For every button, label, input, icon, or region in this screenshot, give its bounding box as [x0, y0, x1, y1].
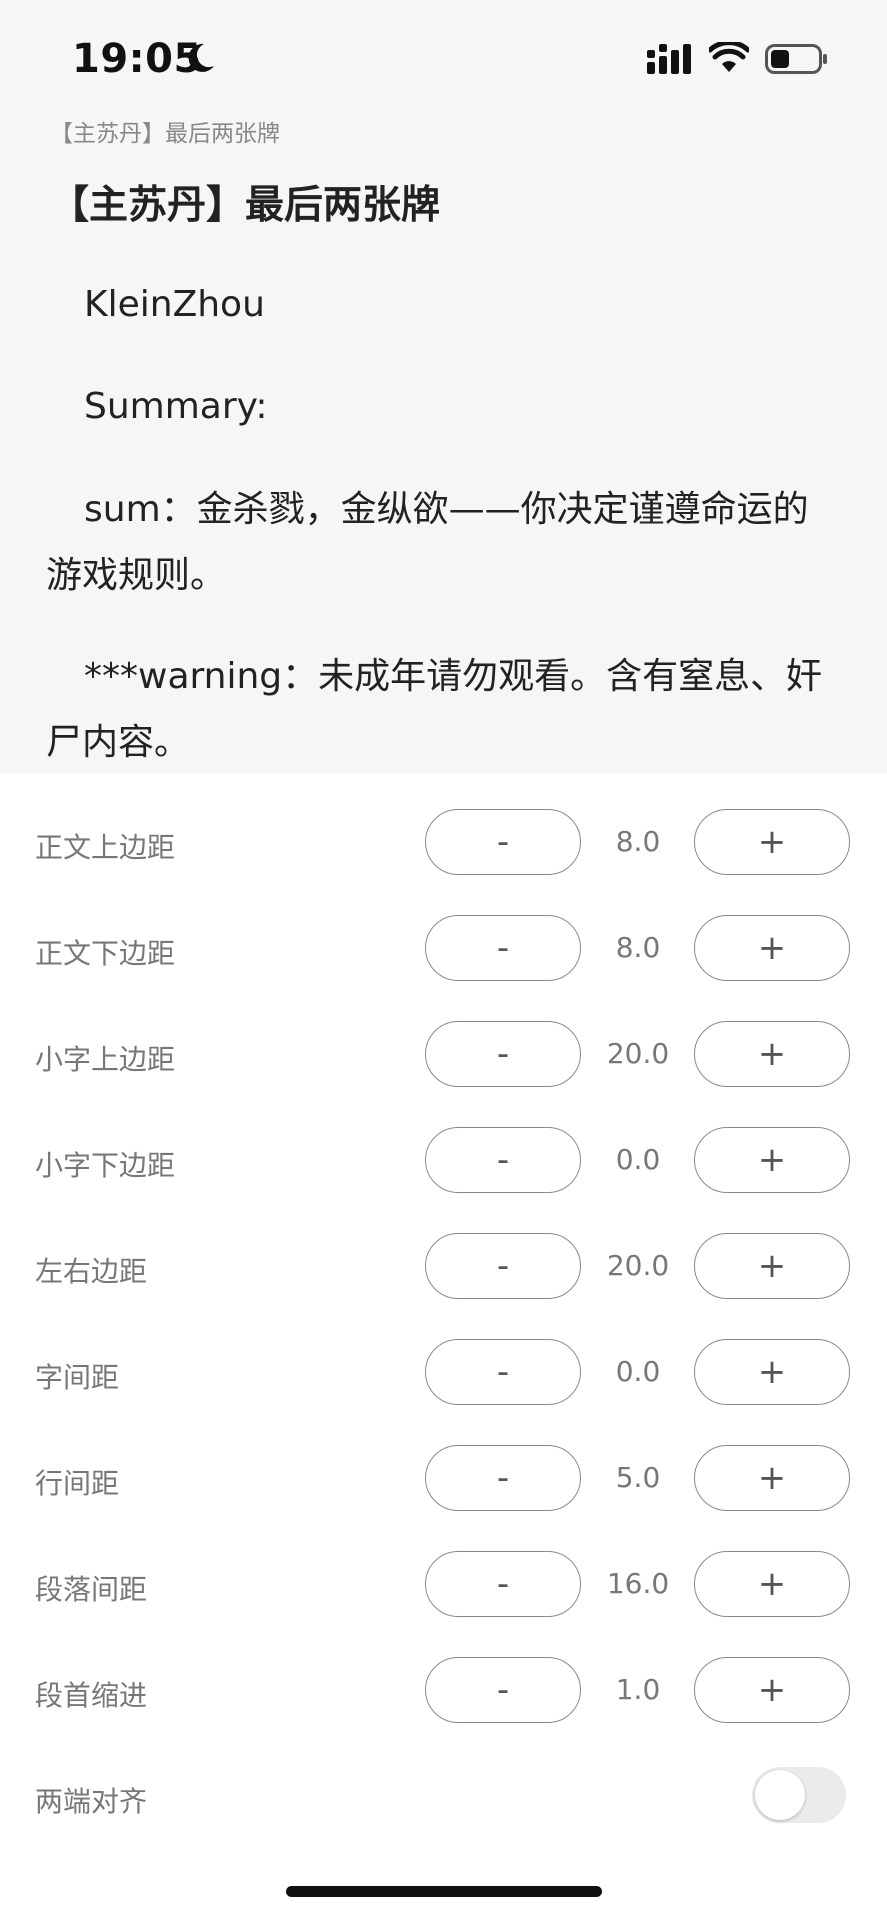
decrease-button[interactable]: -: [425, 1551, 581, 1617]
increase-button[interactable]: +: [694, 1551, 850, 1617]
setting-label: 小字上边距: [35, 1043, 176, 1076]
setting-label: 正文下边距: [35, 937, 176, 970]
paragraph-summary: sum：金杀戮，金纵欲——你决定谨遵命运的游戏规则。: [46, 489, 809, 596]
increase-button[interactable]: +: [694, 809, 850, 875]
setting-label: 段首缩进: [35, 1679, 148, 1712]
setting-value: 16.0: [606, 1567, 670, 1600]
increase-button[interactable]: +: [694, 1127, 850, 1193]
setting-row-small-top-margin: 小字上边距 - 20.0 +: [0, 1021, 887, 1091]
decrease-button[interactable]: -: [425, 1127, 581, 1193]
setting-label: 字间距: [35, 1361, 120, 1394]
decrease-button[interactable]: -: [425, 1445, 581, 1511]
setting-value: 0.0: [615, 1143, 661, 1176]
status-time: 19:05: [72, 36, 202, 82]
setting-label: 正文上边距: [35, 831, 176, 864]
battery-icon: [765, 44, 827, 74]
justify-toggle[interactable]: [752, 1767, 846, 1823]
toggle-knob: [755, 1770, 805, 1820]
cellular-signal-icon: [647, 44, 691, 74]
increase-button[interactable]: +: [694, 1657, 850, 1723]
setting-row-small-bottom-margin: 小字下边距 - 0.0 +: [0, 1127, 887, 1197]
setting-value: 5.0: [615, 1461, 661, 1494]
setting-row-body-bottom-margin: 正文下边距 - 8.0 +: [0, 915, 887, 985]
setting-label: 左右边距: [35, 1255, 148, 1288]
setting-value: 0.0: [615, 1355, 661, 1388]
setting-value: 8.0: [615, 931, 661, 964]
chapter-title: 【主苏丹】最后两张牌: [50, 183, 441, 228]
setting-label: 两端对齐: [35, 1785, 148, 1818]
decrease-button[interactable]: -: [425, 1021, 581, 1087]
setting-value: 20.0: [606, 1037, 670, 1070]
setting-row-first-line-indent: 段首缩进 - 1.0 +: [0, 1657, 887, 1727]
increase-button[interactable]: +: [694, 1233, 850, 1299]
decrease-button[interactable]: -: [425, 1233, 581, 1299]
setting-label: 段落间距: [35, 1573, 148, 1606]
chapter-header: 【主苏丹】最后两张牌: [50, 121, 280, 147]
status-bar: 19:05: [0, 0, 887, 110]
decrease-button[interactable]: -: [425, 1657, 581, 1723]
setting-row-paragraph-spacing: 段落间距 - 16.0 +: [0, 1551, 887, 1621]
paragraph-summary-heading: Summary:: [84, 386, 268, 427]
setting-value: 20.0: [606, 1249, 670, 1282]
setting-value: 8.0: [615, 825, 661, 858]
decrease-button[interactable]: -: [425, 915, 581, 981]
reader-view[interactable]: 19:05 【主苏丹】最后两张牌 【主苏丹】最后两张牌 KleinZhou Su…: [0, 0, 887, 773]
setting-row-letter-spacing: 字间距 - 0.0 +: [0, 1339, 887, 1409]
increase-button[interactable]: +: [694, 915, 850, 981]
typesetting-panel: 正文上边距 - 8.0 + 正文下边距 - 8.0 + 小字上边距 - 20.0…: [0, 773, 887, 1920]
decrease-button[interactable]: -: [425, 809, 581, 875]
paragraph-warning: ***warning：未成年请勿观看。含有窒息、奸尸内容。: [46, 656, 823, 763]
increase-button[interactable]: +: [694, 1021, 850, 1087]
setting-row-line-spacing: 行间距 - 5.0 +: [0, 1445, 887, 1515]
increase-button[interactable]: +: [694, 1339, 850, 1405]
setting-row-side-margin: 左右边距 - 20.0 +: [0, 1233, 887, 1303]
decrease-button[interactable]: -: [425, 1339, 581, 1405]
home-indicator[interactable]: [286, 1886, 602, 1897]
setting-label: 行间距: [35, 1467, 120, 1500]
setting-label: 小字下边距: [35, 1149, 176, 1182]
setting-row-body-top-margin: 正文上边距 - 8.0 +: [0, 809, 887, 879]
moon-icon: [188, 43, 214, 72]
paragraph-author: KleinZhou: [84, 284, 265, 325]
wifi-icon: [709, 42, 749, 72]
setting-value: 1.0: [615, 1673, 661, 1706]
increase-button[interactable]: +: [694, 1445, 850, 1511]
